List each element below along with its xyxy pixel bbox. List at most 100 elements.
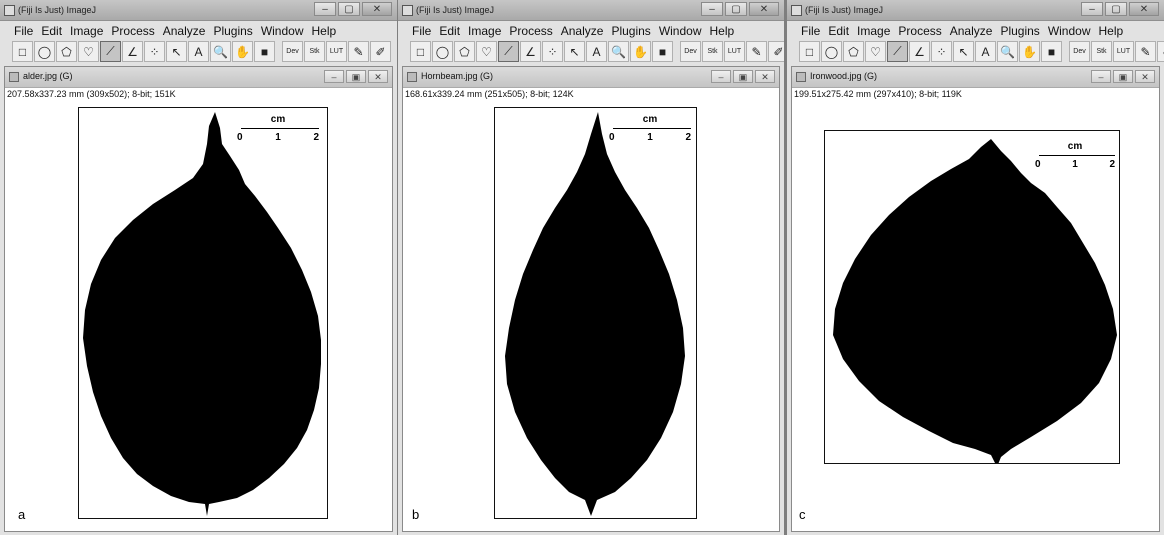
image-title-bar[interactable]: Ironwood.jpg (G) – ▣ ✕ <box>792 67 1159 88</box>
maximize-button[interactable]: ▢ <box>338 2 360 16</box>
menu-file[interactable]: File <box>398 22 435 40</box>
title-bar[interactable]: (Fiji Is Just) ImageJ – ▢ ✕ <box>787 0 1164 21</box>
zoom-tool-icon[interactable]: 🔍 <box>608 41 629 62</box>
image-canvas[interactable]: cm 0 1 2 <box>78 107 328 519</box>
rectangle-tool-icon[interactable]: □ <box>410 41 431 62</box>
polygon-tool-icon[interactable]: ⬠ <box>56 41 77 62</box>
oval-tool-icon[interactable]: ◯ <box>34 41 55 62</box>
line-tool-icon[interactable]: ⟋ <box>100 41 121 62</box>
brush-tool-icon[interactable]: ✐ <box>1157 41 1164 62</box>
oval-tool-icon[interactable]: ◯ <box>821 41 842 62</box>
image-close-button[interactable]: ✕ <box>368 70 388 83</box>
rectangle-tool-icon[interactable]: □ <box>799 41 820 62</box>
text-tool-icon[interactable]: A <box>586 41 607 62</box>
menu-edit[interactable]: Edit <box>37 22 66 40</box>
dev-menu-icon[interactable]: Dev <box>282 41 303 62</box>
hand-tool-icon[interactable]: ✋ <box>232 41 253 62</box>
image-maximize-button[interactable]: ▣ <box>1113 70 1133 83</box>
image-title-bar[interactable]: alder.jpg (G) – ▣ ✕ <box>5 67 392 88</box>
stk-menu-icon[interactable]: Stk <box>1091 41 1112 62</box>
zoom-tool-icon[interactable]: 🔍 <box>210 41 231 62</box>
hand-tool-icon[interactable]: ✋ <box>1019 41 1040 62</box>
stk-menu-icon[interactable]: Stk <box>702 41 723 62</box>
menu-process[interactable]: Process <box>107 22 158 40</box>
text-tool-icon[interactable]: A <box>188 41 209 62</box>
minimize-button[interactable]: – <box>701 2 723 16</box>
menu-edit[interactable]: Edit <box>435 22 464 40</box>
menu-analyze[interactable]: Analyze <box>557 22 608 40</box>
menu-image[interactable]: Image <box>464 22 505 40</box>
freehand-tool-icon[interactable]: ♡ <box>865 41 886 62</box>
wand-tool-icon[interactable]: ↖ <box>953 41 974 62</box>
brush-tool-icon[interactable]: ✐ <box>768 41 784 62</box>
color-picker-icon[interactable]: ■ <box>1041 41 1062 62</box>
wand-tool-icon[interactable]: ↖ <box>564 41 585 62</box>
freehand-tool-icon[interactable]: ♡ <box>78 41 99 62</box>
menu-help[interactable]: Help <box>308 22 341 40</box>
angle-tool-icon[interactable]: ∠ <box>909 41 930 62</box>
menu-file[interactable]: File <box>0 22 37 40</box>
menu-process[interactable]: Process <box>505 22 556 40</box>
zoom-tool-icon[interactable]: 🔍 <box>997 41 1018 62</box>
image-minimize-button[interactable]: – <box>324 70 344 83</box>
line-tool-icon[interactable]: ⟋ <box>887 41 908 62</box>
image-title-bar[interactable]: Hornbeam.jpg (G) – ▣ ✕ <box>403 67 779 88</box>
pencil-tool-icon[interactable]: ✎ <box>1135 41 1156 62</box>
multipoint-tool-icon[interactable]: ⁘ <box>931 41 952 62</box>
close-button[interactable]: ✕ <box>749 2 779 16</box>
image-canvas[interactable]: cm 0 1 2 <box>824 130 1120 464</box>
image-maximize-button[interactable]: ▣ <box>733 70 753 83</box>
angle-tool-icon[interactable]: ∠ <box>122 41 143 62</box>
lut-menu-icon[interactable]: LUT <box>326 41 347 62</box>
lut-menu-icon[interactable]: LUT <box>724 41 745 62</box>
close-button[interactable]: ✕ <box>1129 2 1159 16</box>
menu-window[interactable]: Window <box>257 22 308 40</box>
polygon-tool-icon[interactable]: ⬠ <box>454 41 475 62</box>
menu-process[interactable]: Process <box>894 22 945 40</box>
menu-plugins[interactable]: Plugins <box>996 22 1043 40</box>
multipoint-tool-icon[interactable]: ⁘ <box>542 41 563 62</box>
image-minimize-button[interactable]: – <box>1091 70 1111 83</box>
minimize-button[interactable]: – <box>314 2 336 16</box>
polygon-tool-icon[interactable]: ⬠ <box>843 41 864 62</box>
text-tool-icon[interactable]: A <box>975 41 996 62</box>
color-picker-icon[interactable]: ■ <box>652 41 673 62</box>
menu-window[interactable]: Window <box>655 22 706 40</box>
menu-analyze[interactable]: Analyze <box>946 22 997 40</box>
image-close-button[interactable]: ✕ <box>755 70 775 83</box>
oval-tool-icon[interactable]: ◯ <box>432 41 453 62</box>
maximize-button[interactable]: ▢ <box>725 2 747 16</box>
dev-menu-icon[interactable]: Dev <box>1069 41 1090 62</box>
color-picker-icon[interactable]: ■ <box>254 41 275 62</box>
lut-menu-icon[interactable]: LUT <box>1113 41 1134 62</box>
image-minimize-button[interactable]: – <box>711 70 731 83</box>
line-tool-icon[interactable]: ⟋ <box>498 41 519 62</box>
menu-window[interactable]: Window <box>1044 22 1095 40</box>
pencil-tool-icon[interactable]: ✎ <box>348 41 369 62</box>
minimize-button[interactable]: – <box>1081 2 1103 16</box>
rectangle-tool-icon[interactable]: □ <box>12 41 33 62</box>
image-canvas[interactable]: cm 0 1 2 <box>494 107 697 519</box>
maximize-button[interactable]: ▢ <box>1105 2 1127 16</box>
menu-image[interactable]: Image <box>853 22 894 40</box>
menu-plugins[interactable]: Plugins <box>209 22 256 40</box>
title-bar[interactable]: (Fiji Is Just) ImageJ – ▢ ✕ <box>398 0 784 21</box>
menu-analyze[interactable]: Analyze <box>159 22 210 40</box>
pencil-tool-icon[interactable]: ✎ <box>746 41 767 62</box>
brush-tool-icon[interactable]: ✐ <box>370 41 391 62</box>
wand-tool-icon[interactable]: ↖ <box>166 41 187 62</box>
menu-edit[interactable]: Edit <box>824 22 853 40</box>
dev-menu-icon[interactable]: Dev <box>680 41 701 62</box>
menu-file[interactable]: File <box>787 22 824 40</box>
menu-help[interactable]: Help <box>1095 22 1128 40</box>
menu-plugins[interactable]: Plugins <box>607 22 654 40</box>
multipoint-tool-icon[interactable]: ⁘ <box>144 41 165 62</box>
hand-tool-icon[interactable]: ✋ <box>630 41 651 62</box>
menu-image[interactable]: Image <box>66 22 107 40</box>
image-maximize-button[interactable]: ▣ <box>346 70 366 83</box>
freehand-tool-icon[interactable]: ♡ <box>476 41 497 62</box>
title-bar[interactable]: (Fiji Is Just) ImageJ – ▢ ✕ <box>0 0 397 21</box>
angle-tool-icon[interactable]: ∠ <box>520 41 541 62</box>
close-button[interactable]: ✕ <box>362 2 392 16</box>
image-close-button[interactable]: ✕ <box>1135 70 1155 83</box>
